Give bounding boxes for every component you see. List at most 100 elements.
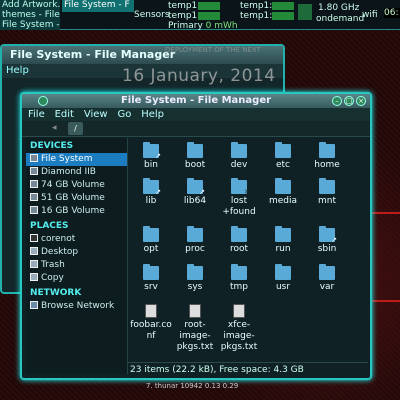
- file-label: foobar.co nf: [130, 320, 172, 341]
- taskbar-item-active[interactable]: File System - F: [62, 0, 134, 12]
- sidebar: DEVICES File System Diamond IIB 74 GB Vo…: [26, 138, 128, 374]
- sidebar-item-label: Trash: [41, 260, 65, 270]
- file-item[interactable]: etc: [262, 142, 304, 171]
- status-bar: 23 items (22.2 kB), Free space: 4.3 GB: [128, 362, 368, 376]
- drive-icon: [30, 193, 38, 201]
- wifi-label[interactable]: wifi: [362, 10, 378, 20]
- file-item[interactable]: mnt: [306, 178, 348, 207]
- sidebar-item-label: 74 GB Volume: [41, 180, 105, 190]
- file-item[interactable]: proc: [174, 226, 216, 255]
- drive-icon: [30, 180, 38, 188]
- close-icon[interactable]: ×: [356, 96, 366, 106]
- sidebar-item-label: 51 GB Volume: [41, 193, 105, 203]
- file-item[interactable]: opt: [130, 226, 172, 255]
- file-label: proc: [185, 244, 205, 254]
- top-panel: Add Artwork... themes - File... File Sys…: [0, 0, 400, 31]
- file-label: sys: [187, 282, 203, 292]
- desktop-icon: [30, 247, 38, 255]
- sidebar-item-label: Browse Network: [41, 301, 115, 311]
- file-label: tmp: [229, 282, 248, 292]
- sidebar-item-device[interactable]: 74 GB Volume: [26, 179, 127, 192]
- sidebar-item-label: File System: [41, 154, 93, 164]
- file-item[interactable]: srv: [130, 264, 172, 293]
- chevron-left-icon[interactable]: ◂: [52, 123, 57, 133]
- sidebar-item-device[interactable]: 16 GB Volume: [26, 205, 127, 218]
- folder-icon: [231, 142, 247, 158]
- file-item[interactable]: dev: [218, 142, 260, 171]
- file-item[interactable]: boot: [174, 142, 216, 171]
- clock[interactable]: 06:: [384, 8, 400, 18]
- file-item[interactable]: sbin: [306, 226, 348, 255]
- file-item[interactable]: root: [218, 226, 260, 255]
- folder-link-icon: [143, 142, 161, 162]
- sidebar-item-file-system[interactable]: File System: [26, 153, 127, 166]
- file-item[interactable]: var: [306, 264, 348, 293]
- folder-icon: [275, 142, 291, 158]
- file-label: etc: [275, 160, 290, 170]
- file-item[interactable]: lib: [130, 178, 172, 207]
- temp-label: temp1:: [168, 1, 201, 11]
- taskbar-item[interactable]: File System - F...: [0, 20, 60, 30]
- folder-locked-icon: [231, 178, 250, 198]
- folder-icon: [187, 226, 203, 242]
- temp-meter: [272, 12, 294, 20]
- file-item[interactable]: home: [306, 142, 348, 171]
- file-grid: bin boot dev etc home lib lib64 lost +fo…: [130, 138, 368, 362]
- folder-icon: [143, 226, 159, 242]
- temp-label: temp1:: [240, 1, 273, 11]
- sensors-label: Sensors: [134, 10, 170, 20]
- menu-edit[interactable]: Edit: [55, 109, 74, 120]
- document-icon: [145, 304, 157, 318]
- titlebar[interactable]: File System - File Manager – □ ×: [22, 94, 370, 108]
- folder-icon: [319, 142, 335, 158]
- document-icon: [189, 304, 201, 318]
- decor-line: [372, 212, 400, 214]
- sidebar-item-home[interactable]: corenot: [26, 233, 127, 246]
- minimize-icon[interactable]: –: [332, 96, 342, 106]
- path-button-root[interactable]: /: [68, 122, 83, 135]
- sidebar-heading-places: PLACES: [30, 221, 69, 231]
- file-item[interactable]: root- image- pkgs.txt: [174, 304, 216, 353]
- menu-go[interactable]: Go: [117, 109, 131, 120]
- maximize-icon[interactable]: □: [344, 96, 354, 106]
- file-item[interactable]: lost +found: [218, 178, 260, 218]
- sidebar-item-label: Diamond IIB: [41, 167, 96, 177]
- file-item[interactable]: media: [262, 178, 304, 207]
- menu-view[interactable]: View: [84, 109, 108, 120]
- sidebar-item-copy[interactable]: Copy: [26, 272, 127, 285]
- file-item[interactable]: run: [262, 226, 304, 255]
- sidebar-item-device[interactable]: Diamond IIB: [26, 166, 127, 179]
- temp-meter: [272, 2, 294, 10]
- file-label: xfce- image- pkgs.txt: [220, 320, 258, 352]
- network-icon: [30, 301, 38, 309]
- file-item[interactable]: bin: [130, 142, 172, 171]
- home-icon: [30, 234, 38, 242]
- file-label: mnt: [318, 196, 336, 206]
- folder-link-icon: [319, 226, 337, 246]
- sidebar-item-trash[interactable]: Trash: [26, 259, 127, 272]
- file-label: usr: [275, 282, 291, 292]
- sidebar-item-device[interactable]: 51 GB Volume: [26, 192, 127, 205]
- battery-value: 0 mWh: [205, 21, 238, 31]
- cpu-graph: [298, 4, 312, 20]
- file-item[interactable]: foobar.co nf: [130, 304, 172, 342]
- desktop-date: 16 January, 2014: [122, 66, 276, 86]
- taskbar-item[interactable]: Add Artwork...: [0, 0, 60, 10]
- file-label: var: [319, 282, 335, 292]
- folder-icon: [143, 264, 159, 280]
- file-label: run: [275, 244, 291, 254]
- temp-label: temp1:: [240, 11, 273, 21]
- file-item[interactable]: usr: [262, 264, 304, 293]
- file-item[interactable]: lib64: [174, 178, 216, 207]
- file-item[interactable]: tmp: [218, 264, 260, 293]
- menu-help[interactable]: Help: [141, 109, 164, 120]
- menu-file[interactable]: File: [28, 109, 45, 120]
- folder-icon: [187, 264, 203, 280]
- file-item[interactable]: xfce- image- pkgs.txt: [218, 304, 260, 353]
- sidebar-item-browse-network[interactable]: Browse Network: [26, 300, 127, 313]
- file-item[interactable]: sys: [174, 264, 216, 293]
- taskbar-item[interactable]: themes - File...: [0, 10, 60, 20]
- sidebar-item-desktop[interactable]: Desktop: [26, 246, 127, 259]
- temp-meter: [198, 12, 220, 20]
- drive-icon: [30, 206, 38, 214]
